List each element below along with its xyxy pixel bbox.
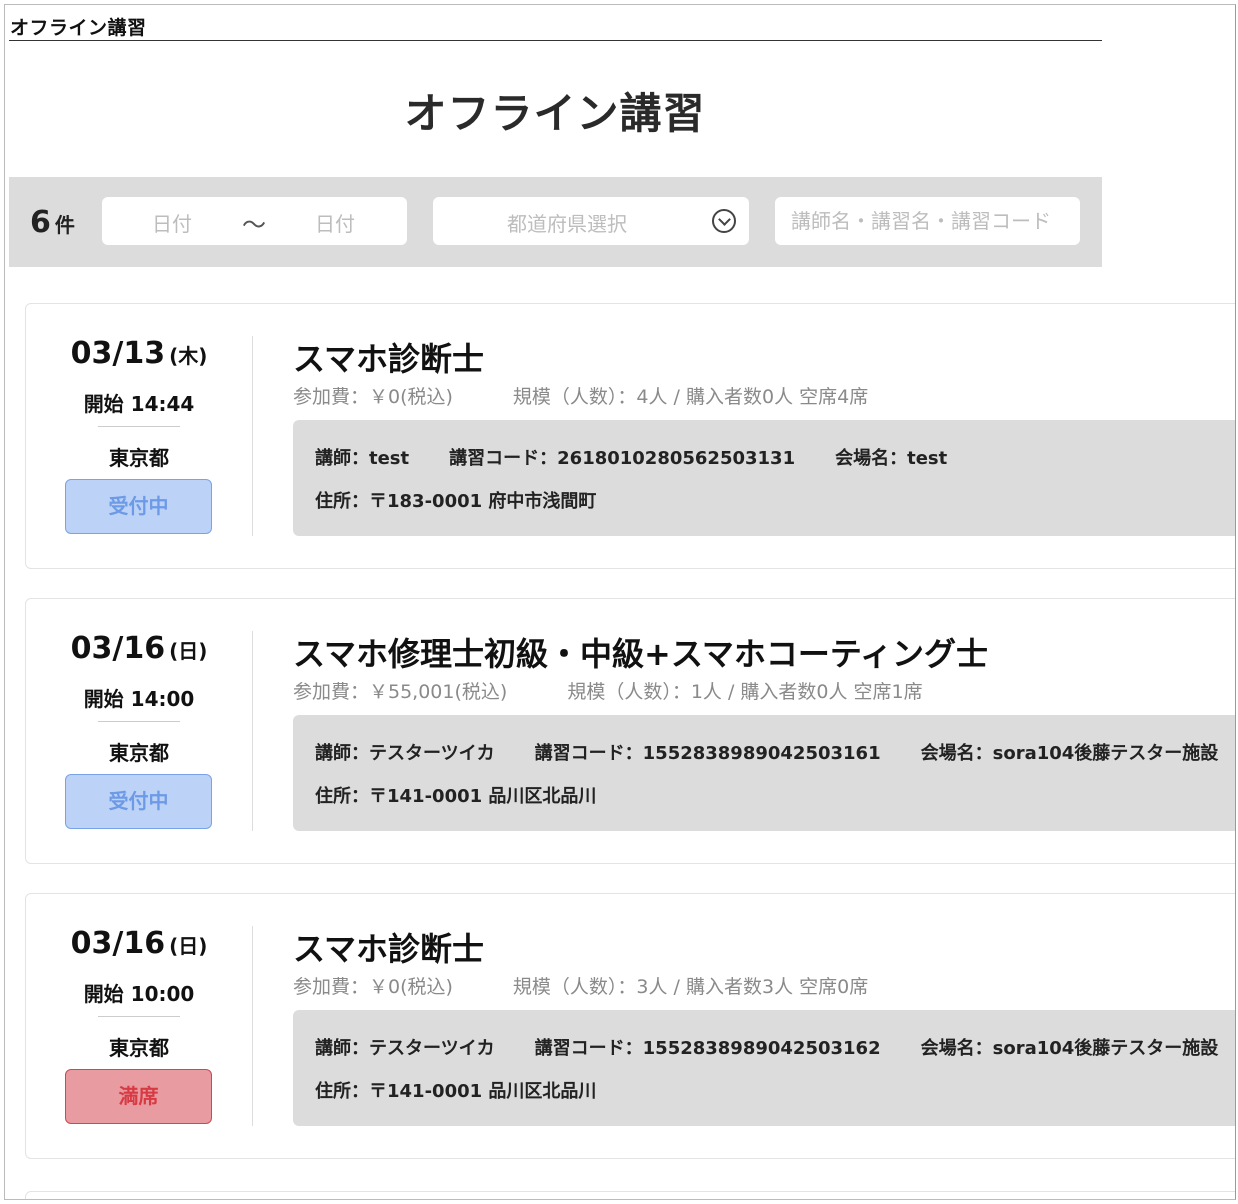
chevron-down-icon[interactable] (712, 209, 736, 233)
course-fee: 参加費：￥0(税込) (293, 976, 453, 998)
course-schedule: 03/16 (日) 開始 10:00 東京都 満席 (26, 894, 252, 1158)
course-date: 03/16 (日) (26, 926, 252, 961)
course-weekday: (木) (169, 344, 208, 368)
vertical-divider (252, 336, 253, 536)
course-schedule: 03/13 (木) 開始 14:44 東京都 受付中 (26, 304, 252, 568)
search-field[interactable] (775, 197, 1080, 245)
course-venue: 会場名：test (835, 448, 948, 469)
course-weekday: (日) (169, 934, 208, 958)
course-info-row: 講師：test 講習コード：2618010280562503131 会場名：test (315, 444, 947, 470)
prefecture-select[interactable]: 都道府県選択 (433, 197, 749, 245)
course-address: 住所：〒183-0001 府中市浅間町 (315, 491, 597, 512)
vertical-divider (252, 631, 253, 831)
course-scale: 規模（人数）：3人 / 購入者数3人 空席0席 (512, 976, 869, 998)
course-code: 講習コード：1552838989042503161 (534, 743, 881, 764)
course-title[interactable]: スマホ診断士 (293, 334, 484, 380)
course-fee: 参加費：￥55,001(税込) (293, 681, 508, 703)
course-prefecture: 東京都 (109, 446, 169, 470)
course-date-value: 03/16 (70, 631, 166, 666)
course-meta: 参加費：￥55,001(税込) 規模（人数）：1人 / 購入者数0人 空席1席 (293, 677, 923, 704)
course-info-box: 講師：test 講習コード：2618010280562503131 会場名：test… (293, 420, 1235, 536)
course-info-row: 講師：テスターツイカ 講習コード：1552838989042503161 会場名：s… (315, 739, 1218, 765)
course-meta: 参加費：￥0(税込) 規模（人数）：3人 / 購入者数3人 空席0席 (293, 972, 868, 999)
course-date: 03/13 (木) (26, 336, 252, 371)
status-badge[interactable]: 満席 (65, 1069, 212, 1124)
course-date-value: 03/13 (70, 336, 166, 371)
course-start-time: 開始 14:00 (83, 687, 195, 711)
status-badge[interactable]: 受付中 (65, 774, 212, 829)
course-schedule: 03/16 (日) 開始 14:00 東京都 受付中 (26, 599, 252, 863)
course-info-box: 講師：テスターツイカ 講習コード：1552838989042503161 会場名：s… (293, 715, 1235, 831)
course-date-value: 03/16 (70, 926, 166, 961)
course-instructor: 講師：test (315, 448, 410, 469)
course-start-time: 開始 14:44 (83, 392, 195, 416)
date-range-separator: 〜 (242, 211, 266, 239)
date-range-field[interactable]: 日付 〜 日付 (102, 197, 407, 245)
result-count-number: 6 (30, 205, 51, 240)
divider (98, 1016, 180, 1017)
course-info-row: 講師：テスターツイカ 講習コード：1552838989042503162 会場名：s… (315, 1034, 1218, 1060)
course-scale: 規模（人数）：1人 / 購入者数0人 空席1席 (567, 681, 923, 703)
course-weekday: (日) (169, 639, 208, 663)
course-prefecture: 東京都 (109, 1036, 169, 1060)
course-prefecture: 東京都 (109, 741, 169, 765)
page-title: オフライン講習 (404, 89, 706, 138)
course-card-partial[interactable] (25, 1191, 1235, 1199)
window-title: オフライン講習 (10, 17, 147, 39)
course-address: 住所：〒141-0001 品川区北品川 (315, 1081, 597, 1102)
date-from-input[interactable]: 日付 (152, 208, 192, 237)
course-venue: 会場名：sora104後藤テスター施設 (920, 1038, 1219, 1059)
course-code: 講習コード：2618010280562503131 (449, 448, 796, 469)
course-venue: 会場名：sora104後藤テスター施設 (920, 743, 1219, 764)
result-count: 6件 (30, 205, 75, 240)
course-title[interactable]: スマホ診断士 (293, 924, 484, 970)
divider (98, 426, 180, 427)
date-to-input[interactable]: 日付 (315, 208, 355, 237)
course-start-time: 開始 10:00 (83, 982, 195, 1006)
course-address: 住所：〒141-0001 品川区北品川 (315, 786, 597, 807)
course-date: 03/16 (日) (26, 631, 252, 666)
vertical-divider (252, 926, 253, 1126)
divider (98, 721, 180, 722)
title-divider (9, 40, 1102, 41)
course-card[interactable]: 03/13 (木) 開始 14:44 東京都 受付中 スマホ診断士 参加費：￥0(… (25, 303, 1235, 569)
filter-bar: 6件 日付 〜 日付 都道府県選択 (9, 177, 1102, 267)
course-card[interactable]: 03/16 (日) 開始 10:00 東京都 満席 スマホ診断士 参加費：￥0(税… (25, 893, 1235, 1159)
course-card[interactable]: 03/16 (日) 開始 14:00 東京都 受付中 スマホ修理士初級・中級+スマ… (25, 598, 1235, 864)
app-frame: オフライン講習 オフライン講習 6件 日付 〜 日付 都道府県選択 03/13(… (4, 4, 1236, 1200)
search-input[interactable] (775, 197, 1080, 245)
course-instructor: 講師：テスターツイカ (315, 1038, 495, 1059)
course-instructor: 講師：テスターツイカ (315, 743, 495, 764)
course-fee: 参加費：￥0(税込) (293, 386, 453, 408)
prefecture-select-placeholder: 都道府県選択 (507, 212, 627, 236)
status-badge[interactable]: 受付中 (65, 479, 212, 534)
course-title[interactable]: スマホ修理士初級・中級+スマホコーティング士 (293, 629, 988, 675)
course-scale: 規模（人数）：4人 / 購入者数0人 空席4席 (512, 386, 869, 408)
course-code: 講習コード：1552838989042503162 (534, 1038, 881, 1059)
result-count-unit: 件 (54, 213, 75, 237)
course-info-box: 講師：テスターツイカ 講習コード：1552838989042503162 会場名：s… (293, 1010, 1235, 1126)
course-meta: 参加費：￥0(税込) 規模（人数）：4人 / 購入者数0人 空席4席 (293, 382, 868, 409)
